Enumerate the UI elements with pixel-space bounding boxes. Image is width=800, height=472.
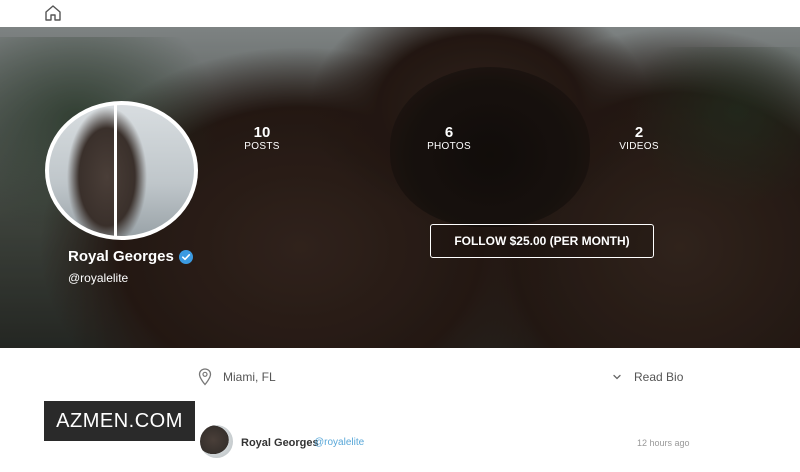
stat-videos-count: 2 xyxy=(634,124,644,141)
stat-photos-label: PHOTOS xyxy=(427,141,471,152)
profile-avatar[interactable] xyxy=(49,105,194,236)
verified-check-icon xyxy=(179,250,193,264)
location-text: Miami, FL xyxy=(223,370,276,384)
post-timestamp: 12 hours ago xyxy=(637,438,690,448)
stat-posts[interactable]: 10 POSTS xyxy=(236,124,288,153)
read-bio-link[interactable]: Read Bio xyxy=(634,370,683,384)
stat-photos[interactable]: 6 PHOTOS xyxy=(423,124,475,153)
home-icon[interactable] xyxy=(43,3,63,23)
map-pin-icon xyxy=(198,368,212,386)
follow-button[interactable]: FOLLOW $25.00 (PER MONTH) xyxy=(430,224,654,258)
chevron-down-icon[interactable] xyxy=(612,372,622,382)
stat-posts-count: 10 xyxy=(253,124,271,141)
post-author-avatar[interactable] xyxy=(200,425,233,458)
top-nav-bar xyxy=(0,0,800,27)
stat-posts-label: POSTS xyxy=(244,141,280,152)
stat-photos-count: 6 xyxy=(444,124,454,141)
stat-videos[interactable]: 2 VIDEOS xyxy=(613,124,665,153)
post-author-name[interactable]: Royal Georges xyxy=(241,437,319,449)
profile-name: Royal Georges xyxy=(68,248,174,265)
profile-handle: @royalelite xyxy=(68,271,129,285)
post-author-handle[interactable]: @royalelite xyxy=(314,437,364,448)
watermark: AZMEN.COM xyxy=(44,401,195,441)
stat-videos-label: VIDEOS xyxy=(619,141,659,152)
